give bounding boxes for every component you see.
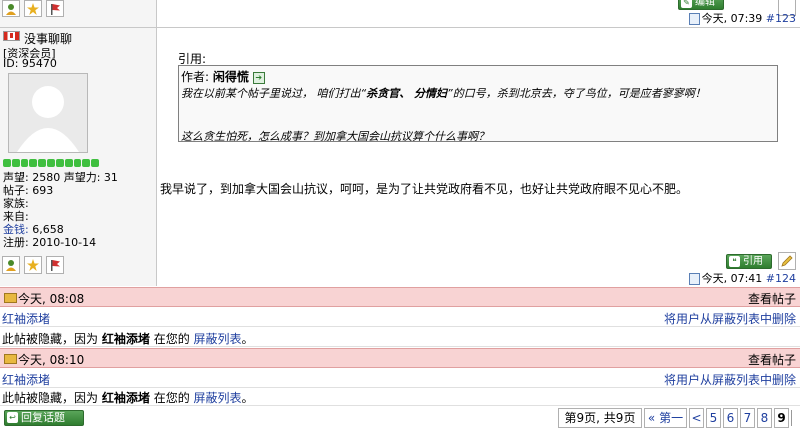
hidden-post-message-row: 此帖被隐藏，因为 红袖添堵 在您的 屏蔽列表。 (0, 386, 800, 406)
quote-reply-button[interactable]: ❝ 引用 (726, 254, 772, 269)
reply-topic-button[interactable]: ↩ 回复话题 (4, 410, 84, 426)
page-info: 第9页, 共9页 (558, 408, 642, 428)
hidden-post-username[interactable]: 红袖添堵 (2, 310, 50, 327)
reputation-star-icon[interactable] (24, 0, 42, 17)
quote-icon: ❝ (729, 256, 740, 267)
quote-text-line-2: 这么贪生怕死，怎么成事？到加拿大国会山抗议算个什么事啊？ (181, 130, 489, 143)
user-profile-icon[interactable] (2, 0, 20, 17)
post-123-bottom-divider (0, 27, 800, 28)
reputation-star-icon[interactable] (24, 256, 42, 274)
page-link-5[interactable]: 5 (706, 408, 721, 428)
post-icon (688, 13, 700, 25)
user-id: ID: 95470 (3, 57, 57, 70)
hidden-post-header: 今天, 08:10 查看帖子 (0, 348, 800, 368)
current-page-9: 9 (774, 408, 789, 428)
reply-icon: ↩ (7, 412, 18, 423)
post-body-text: 我早说了，到加拿大国会山抗议，呵呵，是为了让共党政府看不见，也好让共党政府眼不见… (160, 182, 689, 196)
view-post-link[interactable]: 查看帖子 (748, 351, 796, 368)
quote-text-line-1: 我在以前某个帖子里说过， 咱们打出“杀贪官、 分情妇”的口号，杀到北京去，夺了鸟… (181, 87, 706, 100)
unignore-user-link[interactable]: 将用户从屏蔽列表中删除 (664, 310, 796, 327)
view-post-link[interactable]: 查看帖子 (748, 290, 796, 307)
user-profile-icon[interactable] (2, 256, 20, 274)
user-avatar[interactable] (8, 73, 88, 153)
canada-flag-icon (3, 31, 20, 41)
post-icon (688, 273, 700, 285)
hidden-post-time: 今天, 08:08 (18, 292, 85, 306)
post-123-edit-button[interactable]: ✎ 编辑 (678, 0, 724, 10)
hidden-post-header: 今天, 08:08 查看帖子 (0, 287, 800, 307)
ignore-list-link[interactable]: 屏蔽列表 (194, 332, 242, 346)
post-folder-icon (4, 293, 17, 303)
hidden-post-time: 今天, 08:10 (18, 353, 85, 367)
post-123-permalink[interactable]: #123 (766, 12, 796, 25)
hidden-post-user-row: 红袖添堵 将用户从屏蔽列表中删除 (0, 368, 800, 388)
post-124-timestamp: 今天, 07:41 #124 (688, 270, 796, 286)
hidden-post-message-row: 此帖被隐藏，因为 红袖添堵 在您的 屏蔽列表。 (0, 327, 800, 347)
pager-scroll-arrow[interactable] (791, 410, 800, 426)
first-page-link[interactable]: « 第一 (644, 408, 687, 428)
hidden-post-user-row: 红袖添堵 将用户从屏蔽列表中删除 (0, 307, 800, 327)
page-link-8[interactable]: 8 (757, 408, 772, 428)
reputation-bar (3, 159, 99, 167)
post-folder-icon (4, 354, 17, 364)
default-avatar-icon (17, 86, 79, 152)
prev-page-link[interactable]: < (689, 408, 704, 428)
ignore-list-link[interactable]: 屏蔽列表 (194, 391, 242, 405)
quick-edit-icon[interactable] (778, 252, 796, 270)
quote-author: 闲得慌 (212, 70, 249, 84)
report-flag-icon[interactable] (46, 0, 64, 17)
post-124-permalink[interactable]: #124 (766, 272, 796, 285)
quote-author-line: 作者: 闲得慌 ➔ (181, 68, 265, 85)
report-flag-icon[interactable] (46, 256, 64, 274)
hidden-post-message: 此帖被隐藏，因为 红袖添堵 在您的 屏蔽列表。 (2, 332, 254, 346)
edit-icon: ✎ (681, 0, 692, 8)
page-link-7[interactable]: 7 (740, 408, 755, 428)
hidden-post-message: 此帖被隐藏，因为 红袖添堵 在您的 屏蔽列表。 (2, 391, 254, 405)
user-registered-stat: 注册: 2010-10-14 (3, 236, 97, 249)
quote-box: 作者: 闲得慌 ➔ 我在以前某个帖子里说过， 咱们打出“杀贪官、 分情妇”的口号… (178, 65, 778, 143)
page-link-6[interactable]: 6 (723, 408, 738, 428)
post-123-timestamp: 今天, 07:39 #123 (688, 10, 796, 26)
view-post-arrow-icon[interactable]: ➔ (252, 71, 265, 84)
